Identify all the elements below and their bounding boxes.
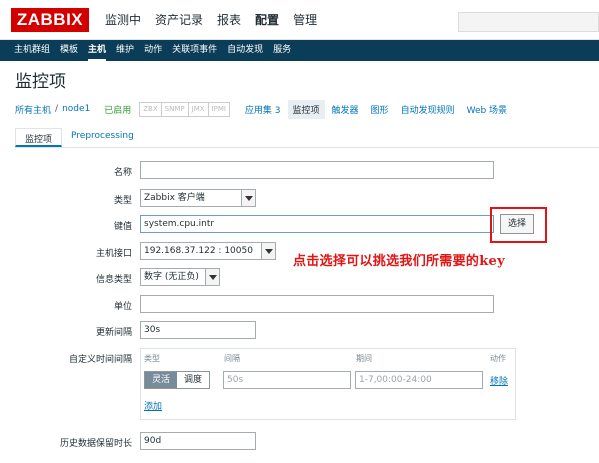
key-label: 键值 [113,222,132,232]
ipmi-badge: IPMI [211,104,226,113]
col-period-header: 期间 [356,354,372,363]
tab-item[interactable]: 监控项 [15,128,63,147]
menu-monitoring[interactable]: 监测中 [98,0,148,40]
info-type-select-value: 数字 (无正负) [144,272,199,282]
form-tabs: 监控项 Preprocessing [15,128,599,148]
info-type-select[interactable]: 数字 (无正负) [140,268,220,286]
submenu-hosts[interactable]: 主机 [83,40,111,61]
info-type-label: 信息类型 [95,275,132,285]
zabbix-logo[interactable]: ZABBIX [11,8,89,32]
type-select-value: Zabbix 客户端 [144,193,205,203]
name-input[interactable] [140,161,494,179]
search-input[interactable] [458,12,599,32]
interface-select-value: 192.168.37.122 : 10050 [144,246,253,256]
menu-administration[interactable]: 管理 [286,0,324,40]
main-menu: 监测中 资产记录 报表 配置 管理 [98,0,324,40]
remove-interval-link[interactable]: 移除 [490,374,508,387]
annotation-text: 点击选择可以挑选我们所需要的key [293,254,505,269]
menu-reports[interactable]: 报表 [210,0,248,40]
custom-intervals-table: 类型 间隔 期间 动作 灵活 调度 50s 1-7,00:00-24:00 移除… [140,348,516,420]
crumb-graphs[interactable]: 图形 [366,100,394,119]
sub-menu: 主机群组 模板 主机 维护 动作 关联项事件 自动发现 服务 [0,40,599,61]
col-type-header: 类型 [144,354,160,363]
submenu-templates[interactable]: 模板 [55,40,83,61]
scheduling-option[interactable]: 调度 [177,372,210,388]
crumb-applications[interactable]: 应用集 3 [240,100,286,119]
add-interval-link[interactable]: 添加 [144,399,162,412]
interval-type-toggle: 灵活 调度 [144,371,211,389]
history-input[interactable]: 90d [140,432,256,450]
status-badge[interactable]: 已启用 [104,103,131,116]
units-label: 单位 [113,302,132,312]
crumb-items[interactable]: 监控项 [287,99,325,119]
flex-interval-input[interactable]: 50s [223,371,351,389]
crumb-triggers[interactable]: 触发器 [327,100,364,119]
submenu-actions[interactable]: 动作 [139,40,167,61]
interval-input[interactable]: 30s [140,321,256,339]
chevron-down-icon [205,269,219,285]
crumb-separator: / [55,104,59,114]
submenu-discovery[interactable]: 自动发现 [222,40,268,61]
submenu-event-correlation[interactable]: 关联项事件 [167,40,222,61]
key-input[interactable]: system.cpu.intr [140,215,494,233]
units-input[interactable] [140,295,494,313]
zbx-badge: ZBX [140,102,162,116]
crumb-discovery-rules[interactable]: 自动发现规则 [396,100,460,119]
menu-configuration[interactable]: 配置 [248,0,286,40]
flexible-option[interactable]: 灵活 [145,372,178,388]
top-bar: ZABBIX 监测中 资产记录 报表 配置 管理 [0,0,599,40]
chevron-down-icon [261,243,275,259]
crumb-web-scenarios[interactable]: Web 场景 [462,100,512,119]
type-select[interactable]: Zabbix 客户端 [140,189,256,207]
menu-inventory[interactable]: 资产记录 [148,0,210,40]
col-action-header: 动作 [490,354,506,363]
tab-preprocessing[interactable]: Preprocessing [62,128,143,147]
col-interval-header: 间隔 [224,354,240,363]
interval-label: 更新间隔 [95,328,132,338]
submenu-host-groups[interactable]: 主机群组 [9,40,55,61]
submenu-services[interactable]: 服务 [268,40,296,61]
history-label: 历史数据保留时长 [59,439,132,449]
jmx-badge: JMX [189,102,209,116]
custom-intervals-label: 自定义时间间隔 [68,355,132,365]
chevron-down-icon [241,190,255,206]
interface-select[interactable]: 192.168.37.122 : 10050 [140,242,276,260]
breadcrumb: 所有主机 / node1 已启用 ZBX SNMP JMX IPMI 应用集 3… [15,98,599,120]
interface-label: 主机接口 [95,249,132,259]
page-title: 监控项 [15,72,66,92]
name-label: 名称 [113,168,132,178]
highlight-box [490,207,547,243]
availability-indicators: ZBX SNMP JMX IPMI [139,101,230,117]
submenu-maintenance[interactable]: 维护 [111,40,139,61]
snmp-badge: SNMP [162,102,189,116]
flex-period-input[interactable]: 1-7,00:00-24:00 [355,371,483,389]
crumb-host[interactable]: node1 [62,104,90,114]
type-label: 类型 [113,196,132,206]
crumb-all-hosts[interactable]: 所有主机 [15,103,51,116]
